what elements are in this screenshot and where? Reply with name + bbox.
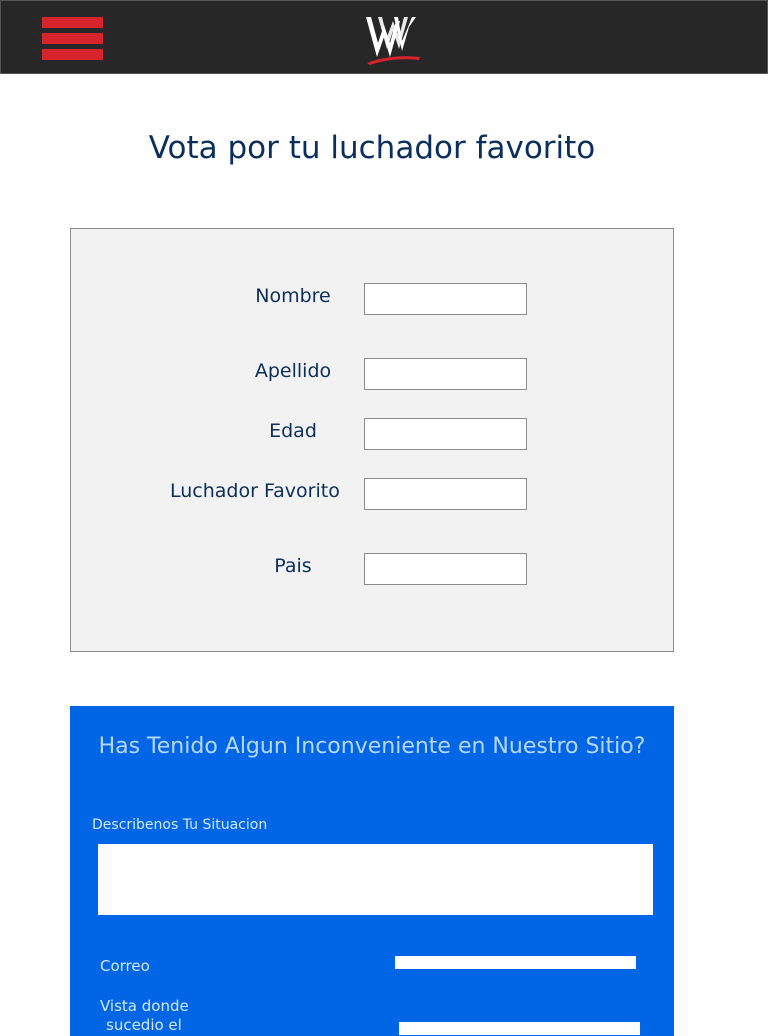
description-label: Describenos Tu Situacion	[92, 817, 268, 833]
last-name-label: Apellido	[254, 360, 332, 382]
hamburger-menu-icon[interactable]	[42, 17, 103, 60]
age-label: Edad	[269, 420, 317, 442]
view-label-line1: Vista donde	[100, 997, 189, 1015]
support-panel: Has Tenido Algun Inconveniente en Nuestr…	[70, 706, 674, 1036]
wwe-logo-icon[interactable]	[364, 13, 422, 67]
favorite-wrestler-input[interactable]	[364, 478, 527, 510]
description-textarea[interactable]	[98, 844, 653, 915]
top-navigation-bar	[0, 0, 768, 74]
first-name-input[interactable]	[364, 283, 527, 315]
page-title: Vota por tu luchador favorito	[148, 130, 596, 166]
support-title: Has Tenido Algun Inconveniente en Nuestr…	[98, 734, 646, 759]
country-input[interactable]	[364, 553, 527, 585]
favorite-wrestler-label: Luchador Favorito	[170, 480, 340, 502]
vote-form-panel: Nombre Apellido Edad Luchador Favorito P…	[70, 228, 674, 652]
view-label-line2: sucedio el	[106, 1016, 182, 1034]
age-input[interactable]	[364, 418, 527, 450]
last-name-input[interactable]	[364, 358, 527, 390]
email-input[interactable]	[395, 956, 636, 969]
country-label: Pais	[274, 555, 312, 577]
email-label: Correo	[100, 957, 150, 975]
first-name-label: Nombre	[255, 285, 331, 307]
